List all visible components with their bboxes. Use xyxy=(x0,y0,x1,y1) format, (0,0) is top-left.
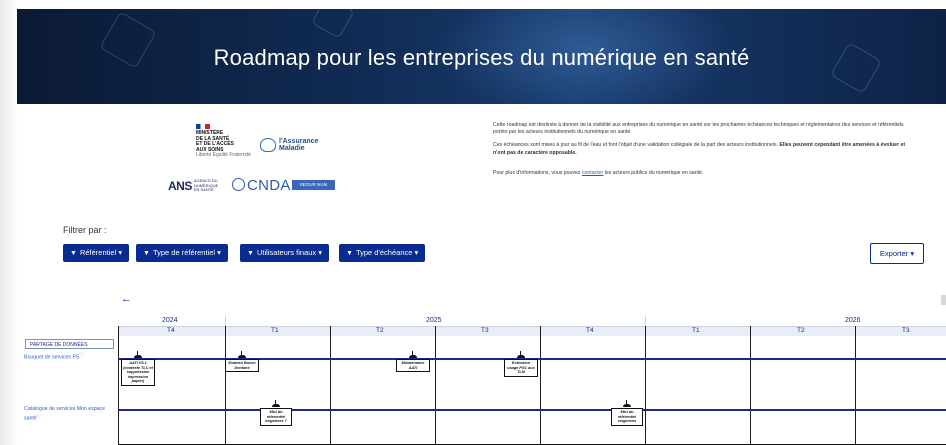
row-label-bouquet-services-ps[interactable]: Bouquet de services PSⓘ xyxy=(24,352,116,361)
info-icon[interactable]: ⓘ xyxy=(37,413,41,418)
quarter-label: T1 xyxy=(692,327,700,334)
intro-p2-text: Ces échéances sont mises à jour au fil d… xyxy=(493,142,780,149)
ans-subtitle: AGENCE DU NUMÉRIQUE EN SANTÉ xyxy=(193,178,219,193)
assurance-maladie-icon xyxy=(260,138,276,152)
ans-wordmark: ANS xyxy=(168,179,192,193)
milestone-label: Extension usage PSC aux TLM xyxy=(504,359,538,377)
assurance-line: Maladie xyxy=(279,145,305,152)
page-title: Roadmap pour les entreprises du numériqu… xyxy=(213,45,750,70)
contact-link[interactable]: contacter xyxy=(582,170,603,176)
partner-logos: MINISTÈRE DE LA SANTÉ ET DE L'ACCÈS AUX … xyxy=(160,116,460,206)
milestone-icon xyxy=(409,351,417,358)
ministere-logo: MINISTÈRE DE LA SANTÉ ET DE L'ACCÈS AUX … xyxy=(196,124,256,159)
filter-type-referentiel-button[interactable]: ▼ Type de référentiel ▾ xyxy=(136,244,228,262)
filter-button-label: Type de référentiel xyxy=(152,248,216,257)
milestone-label: Maintenance AATI xyxy=(396,359,430,373)
quarter-label: T2 xyxy=(797,327,805,334)
assurance-line: l'Assurance xyxy=(279,138,319,145)
milestone-label: AATI V3.1 (contexte TLC et suppression i… xyxy=(121,359,155,386)
milestone-label: MàJ du référentiel exigences ? xyxy=(260,408,292,426)
intro-p3-text-end: les acteurs publics du numérique en sant… xyxy=(603,169,704,176)
milestone-label: MàJ du référentiel exigences xyxy=(611,408,643,426)
year-label: 2025 xyxy=(426,317,442,324)
caret-down-icon: ▾ xyxy=(318,248,322,257)
filter-icon: ▼ xyxy=(143,250,150,257)
grid-line xyxy=(855,326,856,445)
timeline-scroll-handle[interactable] xyxy=(941,295,946,305)
milestone-maj-referentiel-exigences-q4[interactable]: MàJ du référentiel exigences xyxy=(611,400,643,426)
hero-hexagon-decoration xyxy=(311,9,355,39)
row-label-text: Bouquet de services PS xyxy=(24,354,80,361)
milestone-extension-psc-tlm[interactable]: Extension usage PSC aux TLM xyxy=(504,351,538,377)
milestone-icon xyxy=(517,351,525,358)
milestone-aati-v31[interactable]: AATI V3.1 (contexte TLC et suppression i… xyxy=(121,351,155,386)
row-label-catalogue-mon-espace-sante[interactable]: Catalogue de services Mon espace santéⓘ xyxy=(24,406,116,422)
quarter-label: T3 xyxy=(481,327,489,334)
quarter-label: T2 xyxy=(376,327,384,334)
cnda-wordmark: CNDA xyxy=(247,177,291,194)
quarter-label: T3 xyxy=(902,327,910,334)
row-timeline-line xyxy=(118,409,946,411)
filter-type-echeance-button[interactable]: ▼ Type d'échéance ▾ xyxy=(339,244,426,262)
milestone-icon xyxy=(623,400,631,407)
grid-line xyxy=(540,326,541,445)
filter-button-label: Référentiel xyxy=(79,248,117,257)
hero-banner: Roadmap pour les entreprises du numériqu… xyxy=(17,9,946,104)
intro-p3-text: Pour plus d'informations, vous pouvez xyxy=(493,169,582,176)
quarter-label: T1 xyxy=(271,327,279,334)
cnda-logo: CNDA xyxy=(232,177,291,194)
grid-line xyxy=(435,326,436,445)
caret-down-icon: ▾ xyxy=(910,249,915,258)
year-label: 2026 xyxy=(845,317,861,324)
filter-icon: ▼ xyxy=(70,250,77,257)
filter-referentiel-button[interactable]: ▼ Référentiel ▾ xyxy=(63,244,130,262)
info-icon[interactable]: ⓘ xyxy=(79,352,83,357)
grid-line xyxy=(225,326,226,445)
quarter-label: T4 xyxy=(167,327,175,334)
intro-paragraph-3: Pour plus d'informations, vous pouvez co… xyxy=(493,170,913,177)
milestone-examen-bucco-dentaire[interactable]: Examen Bucco Dentaire xyxy=(225,351,259,373)
filter-label: Filtrer par : xyxy=(63,225,107,235)
category-partage-donnees: PARTAGE DE DONNÉES xyxy=(25,339,114,349)
intro-paragraph-1: Cette roadmap est destinée à donner de l… xyxy=(493,122,904,136)
cnda-ring-icon xyxy=(232,178,245,191)
grid-line xyxy=(645,326,646,445)
filter-button-label: Utilisateurs finaux xyxy=(256,248,317,257)
milestone-maj-referentiel-exigences-q1[interactable]: MàJ du référentiel exigences ? xyxy=(260,400,292,426)
quarter-header-bar xyxy=(118,326,946,336)
filter-button-label: Type d'échéance xyxy=(355,248,413,257)
milestone-icon xyxy=(238,351,246,358)
milestone-label: Examen Bucco Dentaire xyxy=(225,359,259,373)
french-flag-icon xyxy=(196,124,210,129)
quarter-label: T4 xyxy=(586,327,594,334)
caret-down-icon: ▾ xyxy=(118,248,123,257)
assurance-maladie-logo: l'Assurance Maladie xyxy=(260,138,318,152)
filter-icon: ▼ xyxy=(247,250,254,257)
export-label: Exporter xyxy=(879,249,909,258)
milestone-icon xyxy=(272,400,280,407)
caret-down-icon: ▾ xyxy=(414,248,419,257)
ministere-motto: Liberté Égalité Fraternité xyxy=(196,152,251,158)
grid-line xyxy=(118,326,119,445)
year-label: 2024 xyxy=(162,317,178,324)
segur-logo: SEGUR NUM xyxy=(292,180,335,190)
intro-paragraph-2: Ces échéances sont mises à jour au fil d… xyxy=(493,142,913,156)
intro-text: Cette roadmap est destinée à donner de l… xyxy=(493,122,913,183)
ans-logo: ANS AGENCE DU NUMÉRIQUE EN SANTÉ xyxy=(168,179,220,193)
grid-line xyxy=(750,326,751,445)
page-shadow xyxy=(0,0,18,445)
milestone-maintenance-aati[interactable]: Maintenance AATI xyxy=(396,351,430,373)
grid-line xyxy=(330,326,331,445)
timeline-back-arrow-icon[interactable]: ← xyxy=(121,293,132,305)
milestone-icon xyxy=(134,351,142,358)
roadmap-page: Roadmap pour les entreprises du numériqu… xyxy=(0,0,946,445)
filter-utilisateurs-finaux-button[interactable]: ▼ Utilisateurs finaux ▾ xyxy=(240,244,329,262)
filter-icon: ▼ xyxy=(346,250,353,257)
export-button[interactable]: Exporter ▾ xyxy=(870,243,924,264)
caret-down-icon: ▾ xyxy=(217,248,221,257)
